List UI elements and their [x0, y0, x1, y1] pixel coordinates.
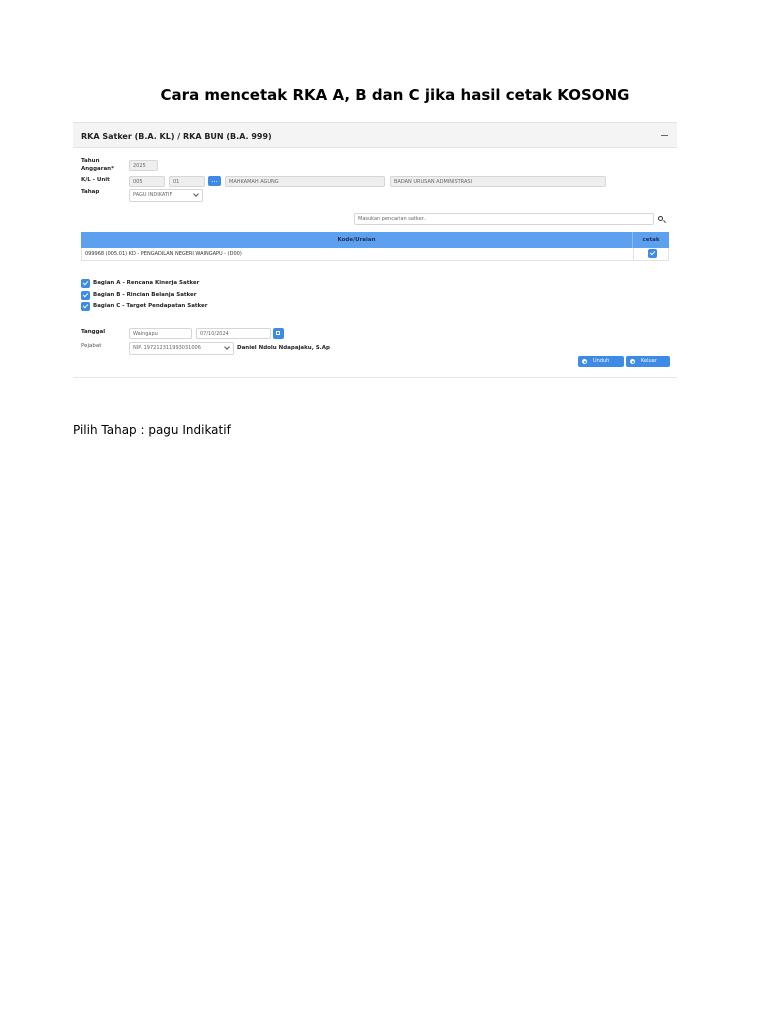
table-header: Kode/Uraian cetak — [81, 232, 669, 248]
unduh-button[interactable]: Unduh — [578, 356, 624, 367]
pejabat-name: Daniel Ndolu Ndapajaku, S.Ap — [237, 345, 330, 351]
lookup-button[interactable]: ... — [208, 176, 221, 186]
bagian-b-label: Bagian B - Rincian Belanja Satker — [93, 292, 197, 298]
tahun-label: Tahun — [81, 158, 100, 164]
panel-header: RKA Satker (B.A. KL) / RKA BUN (B.A. 999… — [73, 122, 677, 148]
eye-icon — [582, 359, 587, 364]
tempat-field[interactable]: Waingapu — [129, 328, 192, 339]
instruction-note: Pilih Tahap : pagu Indikatif — [73, 423, 231, 437]
bagian-a-checkbox[interactable] — [81, 279, 90, 288]
nip-select[interactable]: NIP. 197212311993031006 — [129, 342, 234, 355]
column-cetak: cetak — [642, 237, 660, 243]
anggaran-label: Anggaran* — [81, 166, 114, 172]
search-icon[interactable] — [658, 216, 663, 221]
document-title: Cara mencetak RKA A, B dan C jika hasil … — [160, 86, 630, 104]
minus-icon[interactable] — [661, 135, 668, 136]
kl-name-field: MAHKAMAH AGUNG — [225, 176, 385, 187]
tanggal-field[interactable]: 07/10/2024 — [196, 328, 271, 339]
keluar-label: Keluar — [641, 358, 657, 364]
search-satker-input[interactable]: Masukan pencarian satker.. — [354, 213, 654, 225]
tahap-select-value: PAGU INDIKATIF — [133, 192, 173, 198]
pejabat-label: Pejabat — [81, 343, 102, 349]
column-kode-uraian: Kode/Uraian — [337, 237, 376, 243]
keluar-button[interactable]: Keluar — [626, 356, 670, 367]
calendar-button[interactable] — [273, 328, 284, 339]
unduh-label: Unduh — [593, 358, 610, 364]
tahun-anggaran-field[interactable]: 2025 — [129, 160, 158, 171]
unit-name-field: BADAN URUSAN ADMINISTRASI — [390, 176, 606, 187]
row-uraian: 099968 (005.01) KD - PENGADILAN NEGERI W… — [85, 251, 242, 257]
bagian-c-checkbox[interactable] — [81, 302, 90, 311]
chevron-down-icon — [193, 191, 199, 197]
tahap-label: Tahap — [81, 189, 100, 195]
cetak-checkbox[interactable] — [648, 249, 657, 258]
rka-screenshot: RKA Satker (B.A. KL) / RKA BUN (B.A. 999… — [73, 122, 677, 378]
bagian-b-checkbox[interactable] — [81, 291, 90, 300]
chevron-down-icon — [224, 344, 230, 350]
bagian-c-label: Bagian C - Target Pendapatan Satker — [93, 303, 208, 309]
tahap-select[interactable]: PAGU INDIKATIF — [129, 189, 203, 202]
exit-icon — [630, 359, 635, 364]
table-row: 099968 (005.01) KD - PENGADILAN NEGERI W… — [81, 248, 669, 261]
kl-unit-label: K/L - Unit — [81, 177, 110, 183]
kl-code-field[interactable]: 005 — [129, 176, 165, 187]
panel-title: RKA Satker (B.A. KL) / RKA BUN (B.A. 999… — [81, 132, 272, 141]
tanggal-label: Tanggal — [81, 329, 106, 335]
bagian-a-label: Bagian A - Rencana Kinerja Satker — [93, 280, 200, 286]
nip-select-value: NIP. 197212311993031006 — [133, 345, 201, 351]
unit-code-field[interactable]: 01 — [169, 176, 205, 187]
calendar-icon — [276, 331, 280, 335]
